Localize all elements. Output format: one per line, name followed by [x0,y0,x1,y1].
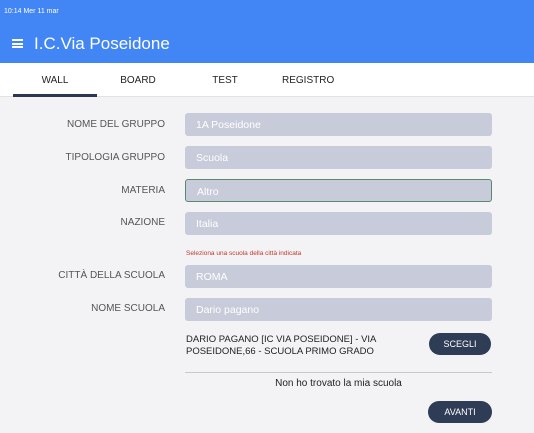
country-label: NAZIONE [120,217,165,228]
divider [185,372,492,373]
next-button[interactable]: AVANTI [428,401,492,423]
status-bar-time: 10:14 Mer 11 mar [4,8,59,15]
tab-bar: WALL BOARD TEST REGISTRO [0,63,534,97]
app-header: 10:14 Mer 11 mar I.C.Via Poseidone [0,0,534,63]
tab-test[interactable]: TEST [211,75,239,86]
choose-button[interactable]: SCEGLI [429,333,491,355]
school-hint-text: Seleziona una scuola della città indicat… [186,250,302,257]
group-name-label: NOME DEL GRUPPO [67,119,165,130]
school-name-label: NOME SCUOLA [91,303,165,314]
active-tab-indicator [13,94,97,97]
country-field[interactable]: Italia [185,212,492,235]
tab-board[interactable]: BOARD [116,75,160,86]
school-name-field[interactable]: Dario pagano [185,298,492,321]
school-city-label: CITTÀ DELLA SCUOLA [58,270,165,281]
school-city-field[interactable]: ROMA [185,265,492,288]
group-type-field[interactable]: Scuola [185,146,492,169]
school-not-found-link[interactable]: Non ho trovato la mia scuola [185,378,492,389]
group-name-field[interactable]: 1A Poseidone [185,113,492,136]
group-type-label: TIPOLOGIA GRUPPO [65,152,165,163]
hamburger-menu-icon[interactable] [12,39,23,48]
tab-wall[interactable]: WALL [38,75,72,86]
page-title: I.C.Via Poseidone [34,34,170,53]
school-result-text: DARIO PAGANO [IC VIA POSEIDONE] - VIA PO… [186,334,376,357]
subject-label: MATERIA [121,185,165,196]
subject-field[interactable]: Altro [185,179,492,202]
tab-registro[interactable]: REGISTRO [282,75,334,86]
